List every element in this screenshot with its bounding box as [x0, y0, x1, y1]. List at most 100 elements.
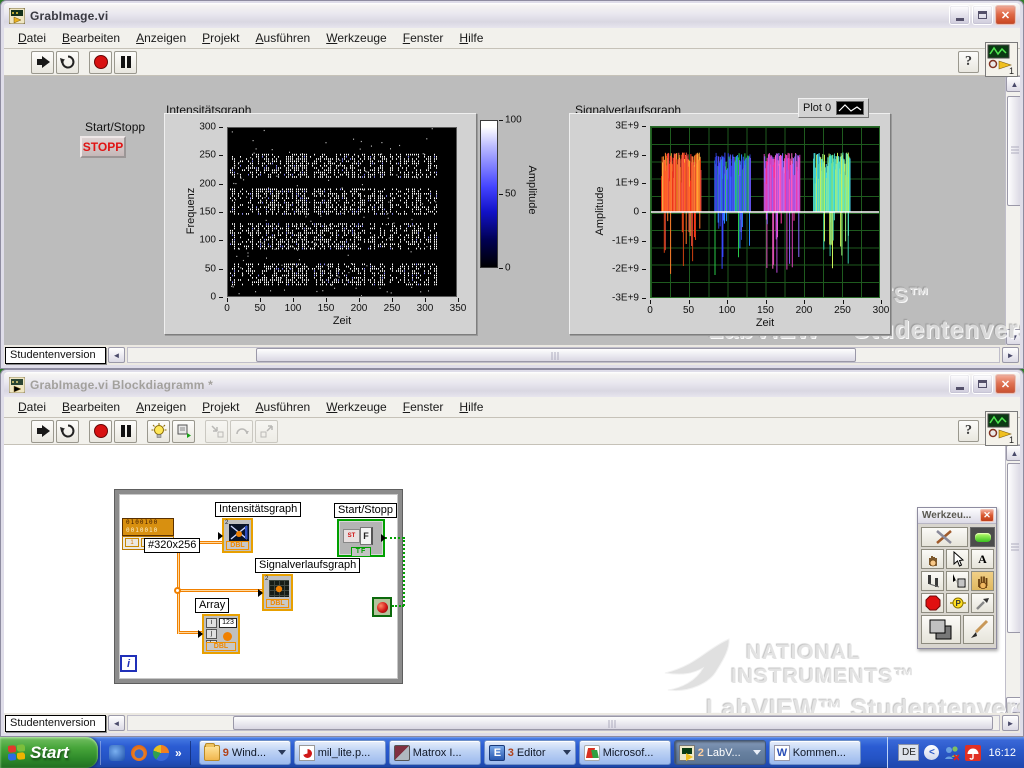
- scroll-down-button[interactable]: ▼: [1006, 697, 1020, 713]
- get-color-tool[interactable]: [971, 593, 994, 613]
- scroll-up-button[interactable]: ▲: [1006, 445, 1020, 461]
- start-button[interactable]: Start: [0, 737, 98, 768]
- highlight-execution-button[interactable]: [147, 419, 170, 443]
- waveform-legend[interactable]: Plot 0: [798, 98, 870, 118]
- horizontal-scroll-thumb[interactable]: [233, 716, 993, 730]
- taskbar-button[interactable]: Kommen...: [768, 740, 861, 765]
- maximize-button[interactable]: [972, 5, 993, 25]
- diagram-vertical-scrollbar[interactable]: ▲ ▼: [1005, 445, 1020, 713]
- probe-tool[interactable]: P: [946, 593, 969, 613]
- image-size-label[interactable]: #320x256: [144, 538, 201, 553]
- wire-array-to-waveform[interactable]: [179, 589, 262, 592]
- version-badge[interactable]: Studentenversion: [5, 346, 106, 364]
- minimize-button[interactable]: [949, 374, 970, 394]
- stop-button-control[interactable]: STOPP: [80, 136, 126, 158]
- block-diagram-canvas[interactable]: NATIONAL INSTRUMENTS™ LabVIEW™ Studenten…: [4, 445, 1020, 713]
- start-stop-bool-terminal[interactable]: ST F TF: [337, 519, 386, 557]
- taskbar-button[interactable]: 2 LabV...: [673, 740, 766, 765]
- taskbar-button[interactable]: mil_lite.p...: [293, 740, 386, 765]
- context-help-button[interactable]: ?: [958, 420, 979, 442]
- run-continuous-button[interactable]: [56, 50, 79, 74]
- taskbar-button[interactable]: 9 Wind...: [198, 740, 291, 765]
- pause-button[interactable]: [114, 50, 137, 74]
- step-out-button[interactable]: [255, 419, 278, 443]
- context-help-button[interactable]: ?: [958, 51, 979, 73]
- pause-button[interactable]: [114, 419, 137, 443]
- internet-explorer-icon[interactable]: [109, 744, 125, 761]
- tools-palette-close-button[interactable]: ✕: [980, 509, 994, 522]
- menu-item[interactable]: Ausführen: [248, 398, 319, 416]
- paintbrush-tool[interactable]: [963, 615, 994, 644]
- horizontal-scrollbar[interactable]: [127, 715, 1000, 731]
- taskbar-button[interactable]: 3 Editor: [483, 740, 576, 765]
- loop-iteration-terminal[interactable]: i: [120, 655, 137, 672]
- retain-wire-values-button[interactable]: [172, 419, 195, 443]
- language-indicator[interactable]: DE: [898, 744, 920, 761]
- run-button[interactable]: [31, 419, 54, 443]
- front-panel-canvas[interactable]: NATIONAL INSTRUMENTS™ LabVIEW™ Studenten…: [4, 76, 1020, 345]
- bool-node-label[interactable]: Start/Stopp: [334, 503, 398, 518]
- operate-value-tool[interactable]: [921, 549, 944, 569]
- auto-tool-led[interactable]: [970, 527, 995, 547]
- edit-text-tool[interactable]: A: [971, 549, 994, 569]
- front-panel-vertical-scrollbar[interactable]: ▲ ▼: [1005, 76, 1020, 345]
- menu-item[interactable]: Anzeigen: [128, 29, 194, 47]
- menu-item[interactable]: Ausführen: [248, 29, 319, 47]
- waveform-node-label[interactable]: Signalverlaufsgraph: [255, 558, 361, 573]
- horizontal-scrollbar[interactable]: [127, 347, 1000, 363]
- front-panel-titlebar[interactable]: GrabImage.vi ✕: [4, 3, 1020, 28]
- offline-users-tray-icon[interactable]: [944, 745, 961, 761]
- wire-bool-to-condition[interactable]: [392, 605, 404, 607]
- run-button[interactable]: [31, 50, 54, 74]
- loop-condition-terminal[interactable]: [372, 597, 392, 617]
- scroll-window-tool[interactable]: [971, 571, 994, 591]
- scroll-up-button[interactable]: ▲: [1006, 76, 1020, 92]
- scroll-left-button[interactable]: ◄: [108, 347, 125, 363]
- position-tool[interactable]: [946, 549, 969, 569]
- connect-wire-tool[interactable]: [921, 571, 944, 591]
- taskbar-button[interactable]: Microsof...: [578, 740, 671, 765]
- menu-item[interactable]: Datei: [10, 398, 54, 416]
- quick-launch-overflow-chevron[interactable]: »: [175, 746, 182, 760]
- taskbar-clock[interactable]: 16:12: [986, 747, 1016, 759]
- scroll-left-button[interactable]: ◄: [108, 715, 125, 731]
- menu-item[interactable]: Anzeigen: [128, 398, 194, 416]
- shortcut-menu-tool[interactable]: [946, 571, 969, 591]
- menu-item[interactable]: Werkzeuge: [318, 29, 394, 47]
- avira-antivirus-tray-icon[interactable]: [965, 744, 982, 761]
- menu-item[interactable]: Bearbeiten: [54, 29, 128, 47]
- menu-item[interactable]: Datei: [10, 29, 54, 47]
- intensity-node-label[interactable]: Intensitätsgraph: [215, 502, 302, 517]
- horizontal-scroll-thumb[interactable]: [256, 348, 856, 362]
- menu-item[interactable]: Bearbeiten: [54, 398, 128, 416]
- abort-button[interactable]: [89, 419, 112, 443]
- media-player-icon[interactable]: [153, 744, 169, 761]
- scroll-right-button[interactable]: ►: [1002, 347, 1019, 363]
- close-button[interactable]: ✕: [995, 374, 1016, 394]
- firefox-icon[interactable]: [131, 744, 147, 761]
- intensity-plot-area[interactable]: [227, 127, 457, 297]
- menu-item[interactable]: Hilfe: [451, 29, 491, 47]
- step-into-button[interactable]: [205, 419, 228, 443]
- taskbar-button[interactable]: Matrox I...: [388, 740, 481, 765]
- wire-bool-vertical[interactable]: [403, 537, 405, 606]
- vertical-scroll-thumb[interactable]: [1007, 463, 1020, 633]
- intensity-graph-terminal[interactable]: 2 DBL: [218, 518, 253, 553]
- intensity-color-scale[interactable]: 100 50 0: [480, 115, 540, 274]
- waveform-plot-area[interactable]: [650, 126, 880, 298]
- vertical-scroll-thumb[interactable]: [1007, 96, 1020, 206]
- scroll-down-button[interactable]: ▼: [1006, 329, 1020, 345]
- array-node-label[interactable]: Array: [195, 598, 230, 613]
- menu-item[interactable]: Hilfe: [451, 398, 491, 416]
- auto-tool-button[interactable]: [921, 527, 968, 547]
- maximize-button[interactable]: [972, 374, 993, 394]
- array-indicator-terminal[interactable]: i j k 123 DBL: [198, 614, 240, 654]
- version-badge[interactable]: Studentenversion: [5, 714, 106, 732]
- block-diagram-titlebar[interactable]: GrabImage.vi Blockdiagramm * ✕: [4, 372, 1020, 397]
- close-button[interactable]: ✕: [995, 5, 1016, 25]
- menu-item[interactable]: Fenster: [395, 398, 452, 416]
- tools-palette-titlebar[interactable]: Werkzeu... ✕: [918, 508, 996, 524]
- set-color-tool[interactable]: [921, 615, 961, 644]
- menu-item[interactable]: Fenster: [395, 29, 452, 47]
- scroll-right-button[interactable]: ►: [1002, 715, 1019, 731]
